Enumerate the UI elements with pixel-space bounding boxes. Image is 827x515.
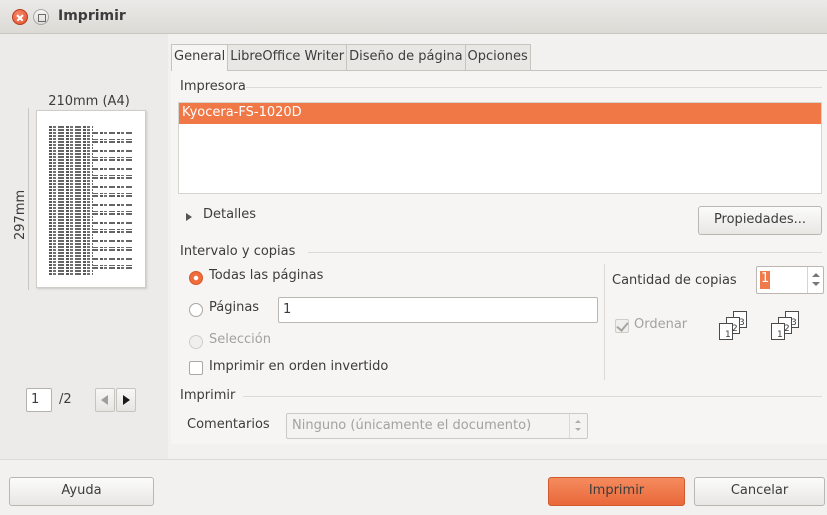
tab-general[interactable]: General bbox=[171, 44, 229, 71]
page-height-label: 297mm bbox=[13, 189, 28, 240]
window-title: Imprimir bbox=[58, 8, 126, 24]
all-pages-radio[interactable] bbox=[189, 271, 203, 285]
current-page-input[interactable]: 1 bbox=[26, 388, 52, 412]
reverse-order-checkbox[interactable] bbox=[189, 361, 203, 375]
tab-bar: General LibreOffice Writer Diseño de pág… bbox=[171, 44, 531, 71]
tab-page-layout[interactable]: Diseño de página bbox=[346, 44, 466, 70]
tab-options[interactable]: Opciones bbox=[464, 44, 531, 70]
pages-label: Páginas bbox=[209, 300, 260, 315]
pages-input[interactable]: 1 bbox=[278, 297, 598, 323]
selection-radio[interactable] bbox=[189, 335, 203, 349]
reverse-order-label: Imprimir en orden invertido bbox=[209, 359, 389, 374]
close-icon[interactable] bbox=[12, 9, 28, 25]
collate-pages-icon-2: 3 2 1 bbox=[770, 311, 804, 343]
pages-radio[interactable] bbox=[189, 303, 203, 317]
cancel-button[interactable]: Cancelar bbox=[694, 477, 825, 506]
print-section-label: Imprimir bbox=[180, 388, 236, 403]
title-bar: Imprimir bbox=[0, 0, 827, 34]
selection-label: Selección bbox=[209, 332, 271, 347]
comments-select-value: Ninguno (únicamente el documento) bbox=[292, 418, 532, 433]
tab-libreoffice-writer[interactable]: LibreOffice Writer bbox=[227, 44, 348, 70]
range-section-label: Intervalo y copias bbox=[180, 244, 296, 259]
height-dimension-line bbox=[28, 108, 29, 290]
copies-spin-icon[interactable] bbox=[807, 267, 823, 293]
printer-section-label: Impresora bbox=[180, 79, 246, 94]
printer-list[interactable]: Kyocera-FS-1020D bbox=[178, 102, 822, 194]
collate-checkbox[interactable] bbox=[615, 319, 629, 333]
all-pages-label: Todas las páginas bbox=[209, 268, 324, 283]
page-preview bbox=[36, 110, 146, 288]
help-button[interactable]: Ayuda bbox=[9, 477, 154, 506]
button-bar-separator bbox=[0, 459, 827, 460]
range-section-rule bbox=[308, 252, 822, 253]
printer-section-rule bbox=[246, 87, 822, 88]
print-section-rule bbox=[243, 396, 822, 397]
collate-label: Ordenar bbox=[634, 317, 688, 332]
comments-label: Comentarios bbox=[187, 417, 270, 432]
range-copies-separator bbox=[604, 264, 605, 380]
page-width-label: 210mm (A4) bbox=[48, 94, 130, 109]
expand-arrow-icon[interactable] bbox=[186, 213, 192, 221]
select-arrows-icon bbox=[569, 414, 587, 438]
copies-value: 1 bbox=[760, 271, 770, 289]
total-pages-label: /2 bbox=[59, 392, 72, 407]
details-expander[interactable]: Detalles bbox=[203, 207, 256, 222]
copies-label: Cantidad de copias bbox=[612, 273, 737, 288]
previous-page-button[interactable] bbox=[95, 388, 115, 412]
next-page-button[interactable] bbox=[116, 388, 136, 412]
copies-stepper[interactable]: 1 bbox=[756, 266, 824, 294]
maximize-icon[interactable] bbox=[33, 9, 49, 25]
collate-pages-icon: 3 2 1 bbox=[718, 311, 752, 343]
print-button[interactable]: Imprimir bbox=[548, 477, 685, 506]
comments-select[interactable]: Ninguno (únicamente el documento) bbox=[286, 413, 588, 439]
properties-button[interactable]: Propiedades... bbox=[698, 206, 822, 235]
preview-text-mask bbox=[93, 125, 133, 275]
printer-item-selected[interactable]: Kyocera-FS-1020D bbox=[179, 103, 821, 124]
